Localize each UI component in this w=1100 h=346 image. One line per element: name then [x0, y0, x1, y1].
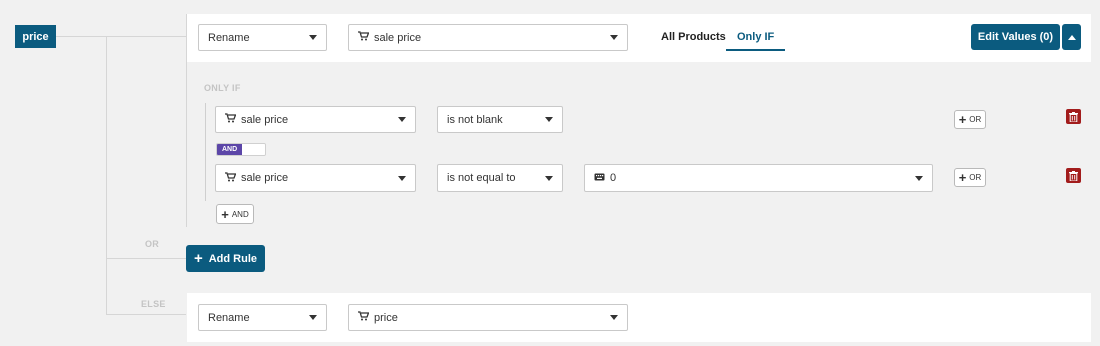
chevron-up-icon — [1067, 34, 1076, 40]
tab-all-products[interactable]: All Products — [661, 31, 726, 43]
keyboard-icon — [594, 172, 605, 184]
condition-value-value: 0 — [610, 172, 617, 184]
else-action-value: Rename — [208, 311, 250, 324]
condition-operator-value: is not equal to — [447, 172, 516, 184]
condition-operator-select[interactable]: is not blank — [437, 106, 563, 133]
edit-values-button[interactable]: Edit Values (0) — [971, 24, 1060, 50]
trash-icon — [1069, 111, 1078, 122]
else-value-select[interactable]: price — [348, 304, 628, 331]
plus-icon: + — [221, 206, 229, 222]
tree-connector-else — [106, 314, 186, 315]
condition-group-border — [205, 103, 206, 201]
condition-field-select[interactable]: sale price — [215, 164, 416, 192]
plus-icon: + — [958, 112, 967, 127]
add-or-button[interactable]: + OR — [954, 110, 986, 129]
field-tag-price: price — [15, 25, 56, 48]
cart-icon — [225, 171, 237, 185]
chevron-down-icon — [309, 35, 317, 40]
condition-field-select[interactable]: sale price — [215, 106, 416, 133]
chevron-down-icon — [915, 175, 923, 181]
cart-icon — [225, 113, 237, 126]
chevron-down-icon — [398, 175, 406, 181]
add-or-button[interactable]: + OR — [954, 168, 986, 187]
add-or-label: OR — [969, 115, 982, 124]
plus-icon: + — [193, 250, 203, 267]
action-select-value: Rename — [208, 31, 250, 44]
chevron-down-icon — [610, 315, 618, 320]
add-rule-button[interactable]: + Add Rule — [186, 245, 265, 272]
condition-field-value: sale price — [241, 113, 289, 126]
plus-icon: + — [958, 170, 967, 185]
tree-trunk — [106, 36, 107, 314]
chevron-down-icon — [309, 315, 317, 320]
and-toggle-label: AND — [217, 144, 243, 155]
chevron-down-icon — [610, 35, 618, 40]
chevron-down-icon — [545, 175, 553, 181]
condition-value-select[interactable]: 0 — [584, 164, 933, 192]
tab-only-if[interactable]: Only IF — [726, 31, 786, 51]
else-value-value: price — [374, 311, 398, 324]
delete-condition-button[interactable] — [1066, 109, 1081, 124]
chevron-down-icon — [545, 117, 553, 122]
condition-operator-select[interactable]: is not equal to — [437, 164, 563, 192]
chevron-down-icon — [398, 117, 406, 122]
trash-icon — [1069, 170, 1078, 181]
add-rule-label: Add Rule — [208, 252, 258, 265]
add-and-label: AND — [231, 209, 249, 219]
value-select-value: sale price — [374, 31, 422, 44]
and-or-toggle[interactable]: AND — [216, 143, 267, 156]
only-if-heading: ONLY IF — [204, 83, 241, 93]
action-select[interactable]: Rename — [198, 24, 327, 51]
condition-field-value: sale price — [241, 172, 289, 184]
tree-connector-root — [56, 36, 186, 37]
cart-icon — [358, 311, 370, 324]
collapse-button[interactable] — [1062, 24, 1081, 50]
or-toggle-slot — [242, 144, 266, 155]
or-label: OR — [145, 239, 160, 249]
delete-condition-button[interactable] — [1066, 168, 1081, 183]
add-and-button[interactable]: + AND — [216, 204, 254, 224]
else-action-select[interactable]: Rename — [198, 304, 327, 331]
value-select[interactable]: sale price — [348, 24, 628, 51]
cart-icon — [358, 31, 370, 44]
tree-connector-or — [106, 258, 186, 259]
add-or-label: OR — [969, 173, 982, 182]
else-label: ELSE — [141, 299, 166, 309]
condition-operator-value: is not blank — [447, 113, 503, 126]
